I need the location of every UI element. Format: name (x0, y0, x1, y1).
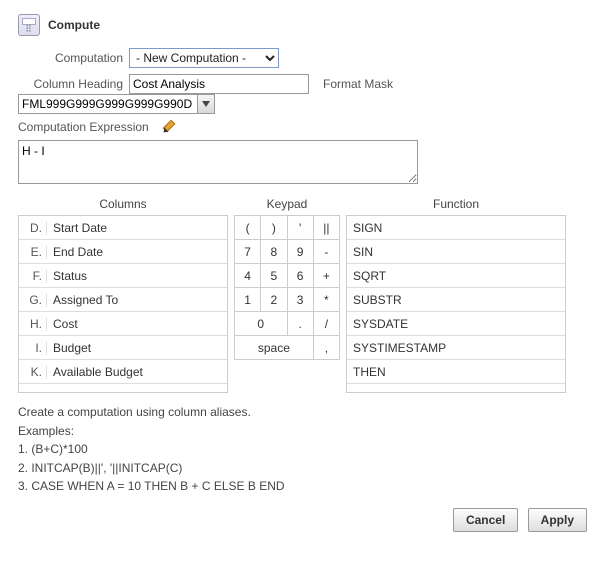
cancel-button[interactable]: Cancel (453, 508, 518, 532)
column-heading-label: Column Heading (18, 77, 123, 91)
column-letter: I. (19, 341, 47, 355)
keypad-key[interactable]: 4 (235, 264, 261, 288)
apply-button[interactable]: Apply (528, 508, 587, 532)
column-letter: G. (19, 293, 47, 307)
example-line: 2. INITCAP(B)||', '||INITCAP(C) (18, 459, 587, 478)
column-row[interactable]: G.Assigned To (19, 288, 227, 312)
column-letter: E. (19, 245, 47, 259)
column-name[interactable]: Assigned To (47, 293, 227, 307)
column-row[interactable]: H.Cost (19, 312, 227, 336)
keypad-key[interactable]: 6 (287, 264, 313, 288)
function-row[interactable]: SYSTIMESTAMP (347, 336, 565, 360)
keypad-key[interactable]: * (313, 288, 339, 312)
function-row[interactable]: SQRT (347, 264, 565, 288)
keypad-key[interactable]: 2 (261, 288, 287, 312)
format-mask-label: Format Mask (323, 77, 393, 91)
column-row[interactable]: D.Start Date (19, 216, 227, 240)
chevron-down-icon (202, 101, 210, 107)
function-row[interactable]: SIN (347, 240, 565, 264)
columns-title: Columns (18, 195, 228, 215)
column-row[interactable]: I.Budget (19, 336, 227, 360)
column-name[interactable]: Start Date (47, 221, 227, 235)
column-letter: F. (19, 269, 47, 283)
column-letter: D. (19, 221, 47, 235)
columns-list[interactable]: D.Start DateE.End DateF.StatusG.Assigned… (18, 215, 228, 393)
column-name[interactable]: Cost (47, 317, 227, 331)
examples-intro: Create a computation using column aliase… (18, 403, 587, 422)
function-row[interactable]: SUBSTR (347, 288, 565, 312)
column-name[interactable]: Budget (47, 341, 227, 355)
column-row[interactable]: K.Available Budget (19, 360, 227, 384)
examples-heading: Examples: (18, 422, 587, 441)
keypad-key[interactable]: 3 (287, 288, 313, 312)
computation-label: Computation (18, 51, 123, 65)
column-name[interactable]: Status (47, 269, 227, 283)
calculator-icon (18, 14, 40, 36)
keypad-key[interactable]: , (313, 336, 339, 360)
keypad-key[interactable]: 0 (235, 312, 288, 336)
keypad-title: Keypad (234, 195, 340, 215)
keypad-key[interactable]: 1 (235, 288, 261, 312)
page-title: Compute (48, 18, 100, 32)
column-name[interactable]: End Date (47, 245, 227, 259)
keypad-key[interactable]: || (313, 216, 339, 240)
function-row[interactable]: SYSDATE (347, 312, 565, 336)
function-title: Function (346, 195, 566, 215)
column-heading-input[interactable] (129, 74, 309, 94)
keypad-key[interactable]: ) (261, 216, 287, 240)
keypad-key[interactable]: / (313, 312, 339, 336)
keypad-key[interactable]: ' (287, 216, 313, 240)
function-row[interactable]: THEN (347, 360, 565, 384)
keypad-key[interactable]: - (313, 240, 339, 264)
computation-expression-input[interactable]: H - I (18, 140, 418, 184)
column-letter: H. (19, 317, 47, 331)
column-row[interactable]: F.Status (19, 264, 227, 288)
function-list[interactable]: SIGNSINSQRTSUBSTRSYSDATESYSTIMESTAMPTHEN (346, 215, 566, 393)
keypad-table: ( ) ' || 7 8 9 - 4 5 6 + 1 2 3 * (234, 215, 340, 360)
format-mask-dropdown-button[interactable] (197, 94, 215, 114)
keypad-key[interactable]: 5 (261, 264, 287, 288)
keypad-key[interactable]: . (287, 312, 313, 336)
column-row[interactable]: E.End Date (19, 240, 227, 264)
format-mask-input[interactable] (18, 94, 198, 114)
keypad-key[interactable]: 9 (287, 240, 313, 264)
keypad-key[interactable]: space (235, 336, 314, 360)
column-name[interactable]: Available Budget (47, 365, 227, 379)
expression-label: Computation Expression (18, 120, 149, 134)
example-line: 3. CASE WHEN A = 10 THEN B + C ELSE B EN… (18, 477, 587, 496)
computation-select[interactable]: - New Computation - (129, 48, 279, 68)
example-line: 1. (B+C)*100 (18, 440, 587, 459)
keypad-key[interactable]: ( (235, 216, 261, 240)
function-row[interactable]: SIGN (347, 216, 565, 240)
column-letter: K. (19, 365, 47, 379)
keypad-key[interactable]: + (313, 264, 339, 288)
keypad-key[interactable]: 7 (235, 240, 261, 264)
pencil-icon[interactable] (161, 120, 175, 134)
keypad-key[interactable]: 8 (261, 240, 287, 264)
